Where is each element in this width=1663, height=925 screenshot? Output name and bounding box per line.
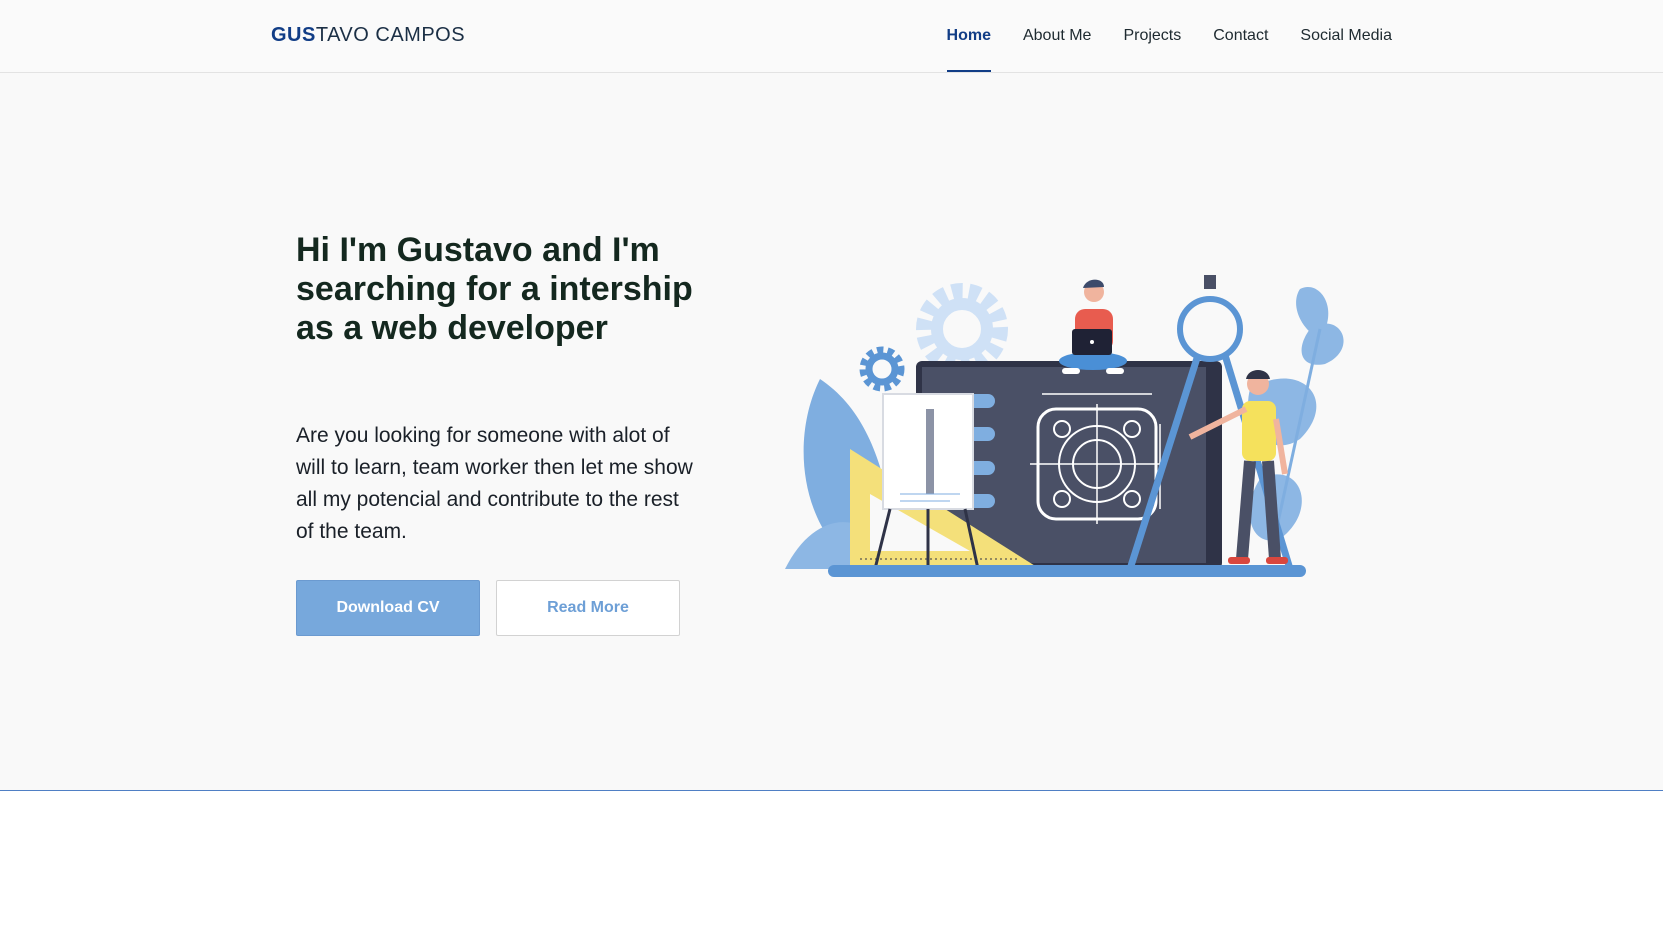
logo-accent-text: GUS	[271, 24, 316, 46]
hero-headline: Hi I'm Gustavo and I'm searching for a i…	[296, 231, 693, 347]
nav-contact[interactable]: Contact	[1213, 0, 1268, 72]
web-developer-illustration	[785, 275, 1344, 577]
nav-home[interactable]: Home	[946, 0, 992, 72]
hero-section: Hi I'm Gustavo and I'm searching for a i…	[0, 73, 1663, 791]
main-nav: Home About Me Projects Contact Social Me…	[946, 0, 1392, 72]
site-header: GUSTAVO CAMPOS Home About Me Projects Co…	[0, 0, 1663, 73]
hero-description: Are you looking for someone with alot of…	[296, 424, 693, 543]
logo-rest-text: TAVO CAMPOS	[315, 24, 466, 46]
read-more-button[interactable]: Read More	[496, 580, 680, 636]
nav-about-me[interactable]: About Me	[1023, 0, 1091, 72]
nav-projects[interactable]: Projects	[1123, 0, 1181, 72]
nav-social-media[interactable]: Social Media	[1300, 0, 1392, 72]
download-cv-button[interactable]: Download CV	[296, 580, 480, 636]
site-logo[interactable]: GUSTAVO CAMPOS	[271, 24, 465, 47]
